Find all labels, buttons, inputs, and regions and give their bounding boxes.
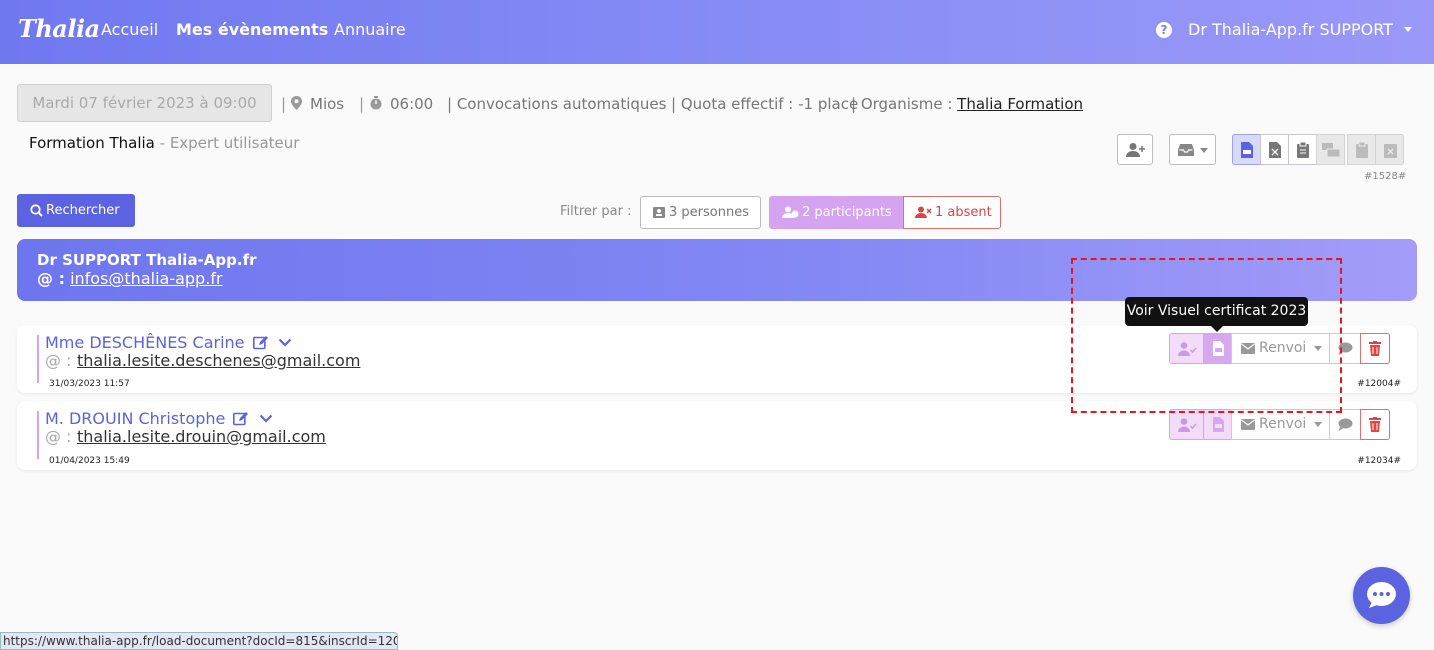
excel-export-button[interactable] (1260, 134, 1289, 165)
meta-separator: | (359, 95, 365, 113)
filter-persons-label: 3 personnes (669, 205, 749, 220)
inbox-icon (1178, 144, 1194, 156)
event-date-field: Mardi 07 février 2023 à 09:00 (17, 84, 272, 122)
user-menu[interactable]: Dr Thalia-App.fr SUPPORT (1188, 20, 1393, 39)
nav-my-events[interactable]: Mes évènements (176, 20, 328, 39)
app-logo[interactable]: Thalia (18, 14, 100, 43)
event-convocations: | Convocations automatiques (447, 95, 667, 113)
tooltip-arrow (1211, 326, 1223, 332)
top-navbar: Thalia Accueil Mes évènements Annuaire ?… (0, 0, 1434, 64)
search-icon (30, 204, 43, 217)
presence-button[interactable] (1169, 409, 1204, 440)
filter-participants-button[interactable]: 2 participants (769, 196, 904, 229)
participant-status-bar (37, 411, 39, 459)
users-export-button (1316, 134, 1345, 165)
at-icon: @ : (45, 351, 72, 370)
filter-participants-label: 2 participants (802, 205, 892, 220)
comment-button[interactable] (1329, 409, 1361, 440)
search-button[interactable]: Rechercher (17, 194, 135, 227)
clipboard-icon (1297, 142, 1309, 158)
caret-down-icon[interactable] (1404, 27, 1412, 32)
chevron-down-icon[interactable] (259, 414, 273, 423)
clipboard-icon (1356, 142, 1368, 158)
chat-icon (1367, 582, 1396, 608)
search-button-label: Rechercher (46, 203, 120, 218)
filter-absent-button[interactable]: 1 absent (903, 196, 1001, 229)
nav-directory[interactable]: Annuaire (334, 20, 406, 39)
participant-ref: #12004# (1357, 379, 1401, 389)
users-icon (782, 206, 799, 218)
filter-label: Filtrer par : (560, 204, 632, 219)
delete-button[interactable] (1360, 409, 1390, 440)
file-excel-icon (1269, 142, 1281, 158)
nav-home[interactable]: Accueil (101, 20, 158, 39)
caret-down-icon (1200, 148, 1208, 153)
clipboard-button[interactable] (1288, 134, 1317, 165)
filter-persons-button[interactable]: 3 personnes (640, 196, 761, 229)
id-card-icon (653, 207, 665, 218)
resend-dropdown-button[interactable]: Renvoi (1231, 409, 1330, 440)
edit-icon[interactable] (252, 335, 269, 350)
stopwatch-icon (370, 96, 382, 110)
chat-button[interactable] (1353, 567, 1410, 624)
at-icon: @ : (45, 427, 72, 446)
file-pdf-icon (1241, 142, 1253, 158)
participant-date: 31/03/2023 11:57 (49, 379, 130, 389)
event-quota: | Quota effectif : -1 place (671, 95, 859, 113)
participant-name[interactable]: M. DROUIN Christophe (45, 409, 273, 428)
event-location: Mios (310, 95, 345, 113)
calendar-x-button (1375, 134, 1404, 165)
trash-icon (1369, 341, 1381, 356)
filter-absent-label: 1 absent (935, 205, 992, 220)
comment-icon (1338, 418, 1353, 431)
add-person-button[interactable] (1117, 134, 1153, 165)
participant-name[interactable]: Mme DESCHÊNES Carine (45, 333, 292, 352)
organisme-link[interactable]: Thalia Formation (957, 95, 1083, 113)
inbox-dropdown-button[interactable] (1169, 134, 1216, 165)
trash-icon (1369, 417, 1381, 432)
organizer-email-link[interactable]: infos@thalia-app.fr (70, 269, 222, 288)
event-duration: 06:00 (390, 95, 434, 113)
clipboard-disabled-button (1347, 134, 1376, 165)
caret-down-icon (1314, 422, 1322, 427)
meta-separator: | (281, 95, 287, 113)
at-icon: @ : (37, 269, 65, 288)
file-pdf-icon (1213, 417, 1224, 432)
tooltip: Voir Visuel certificat 2023 (1125, 297, 1308, 326)
event-ref: #1528# (1364, 171, 1407, 182)
organizer-email-row: @ : infos@thalia-app.fr (37, 269, 223, 288)
user-check-icon (1178, 418, 1197, 432)
calendar-x-icon (1384, 144, 1397, 158)
users-icon (1322, 143, 1340, 157)
certificate-pdf-button[interactable] (1203, 409, 1232, 440)
highlight-box (1071, 258, 1342, 413)
participant-date: 01/04/2023 15:49 (49, 456, 130, 466)
edit-icon[interactable] (233, 411, 249, 426)
delete-button[interactable] (1360, 333, 1390, 364)
envelope-icon (1241, 419, 1255, 430)
question-icon[interactable]: ? (1156, 22, 1172, 38)
user-x-icon (915, 206, 932, 218)
participant-ref: #12034# (1357, 456, 1401, 466)
event-title: Formation Thalia - Expert utilisateur (29, 134, 300, 152)
participant-email-link[interactable]: thalia.lesite.drouin@gmail.com (77, 427, 326, 446)
pdf-export-button[interactable] (1232, 134, 1261, 165)
resend-label: Renvoi (1259, 416, 1307, 432)
participant-email-link[interactable]: thalia.lesite.deschenes@gmail.com (77, 351, 360, 370)
organizer-name: Dr SUPPORT Thalia-App.fr (37, 251, 257, 269)
participant-status-bar (37, 335, 39, 383)
user-plus-icon (1126, 143, 1145, 157)
chevron-down-icon[interactable] (278, 338, 292, 347)
status-bar-url: https://www.thalia-app.fr/load-document?… (0, 632, 398, 650)
event-organisme-label: | Organisme : Thalia Formation (851, 95, 1084, 113)
map-pin-icon (291, 96, 302, 110)
